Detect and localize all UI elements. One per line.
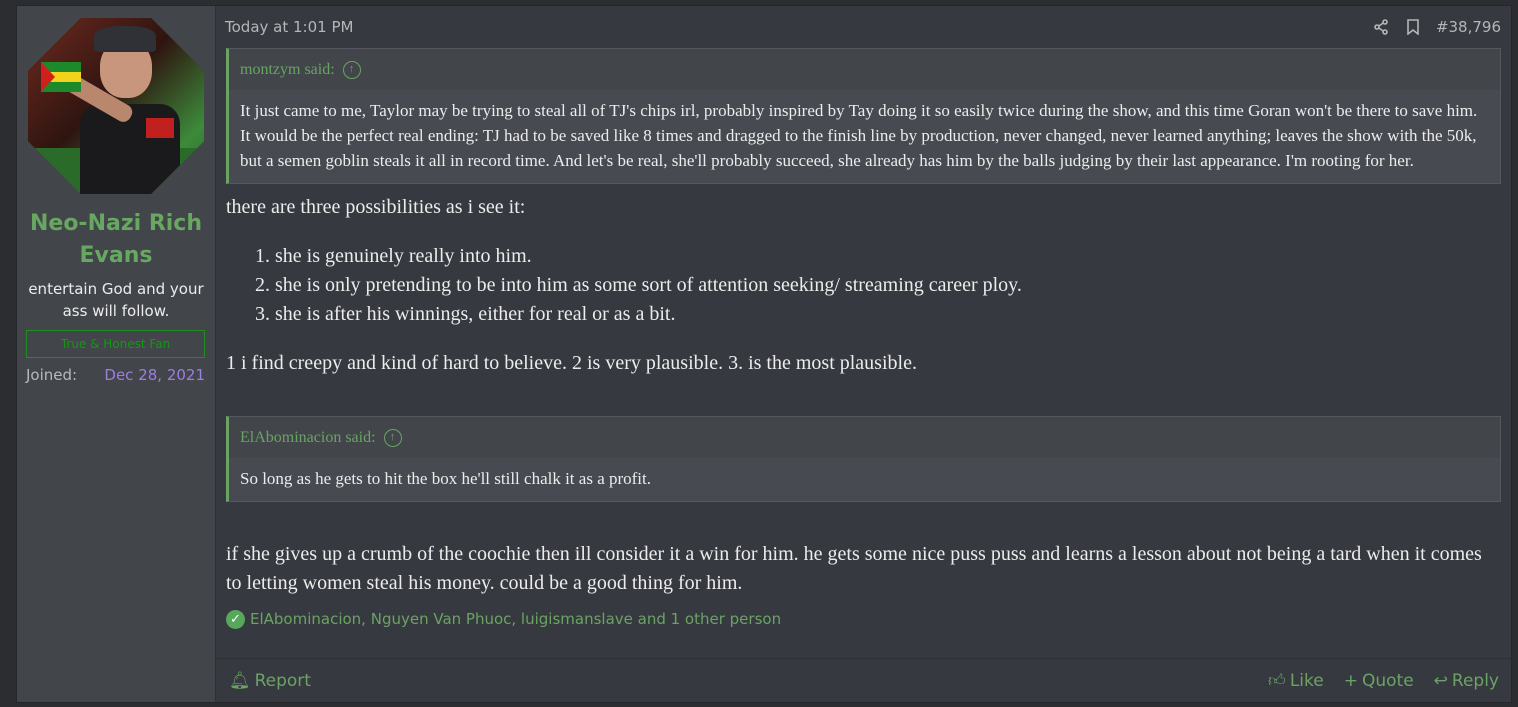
- joined-info: Joined: Dec 28, 2021: [17, 364, 215, 386]
- user-sidebar: Neo-Nazi Rich Evans entertain God and yo…: [17, 6, 216, 702]
- quote-author[interactable]: ElAbominacion said:: [240, 429, 376, 447]
- quote-text: It just came to me, Taylor may be trying…: [240, 101, 1478, 170]
- plus-icon: +: [1343, 670, 1358, 691]
- reactions-list[interactable]: ElAbominacion, Nguyen Van Phuoc, luigism…: [250, 610, 781, 628]
- list-item: she is only pretending to be into him as…: [275, 271, 1511, 300]
- post-intro: there are three possibilities as i see i…: [226, 196, 526, 218]
- like-label: Like: [1289, 670, 1324, 691]
- thumbs-up-icon: 👍︎: [1268, 671, 1286, 691]
- post-closing: if she gives up a crumb of the coochie t…: [226, 543, 1482, 594]
- username[interactable]: Neo-Nazi Rich Evans: [17, 208, 215, 272]
- share-icon[interactable]: [1372, 18, 1390, 36]
- list-item: she is after his winnings, either for re…: [275, 300, 1511, 329]
- bookmark-icon[interactable]: [1404, 18, 1422, 36]
- report-label: Report: [254, 670, 311, 691]
- forum-post: Neo-Nazi Rich Evans entertain God and yo…: [16, 5, 1512, 703]
- list-item: she is genuinely really into him.: [275, 242, 1511, 271]
- footer-actions: 👍︎ Like + Quote ↩ Reply: [1268, 670, 1499, 692]
- quote-block-elabominacion: ElAbominacion said: ↑ So long as he gets…: [226, 416, 1501, 502]
- quote-label: Quote: [1361, 670, 1414, 691]
- report-button[interactable]: 🔔︎ Report: [229, 671, 311, 691]
- post-main: Today at 1:01 PM #38,796 montzym said: ↑…: [216, 6, 1511, 702]
- reply-button[interactable]: ↩ Reply: [1434, 670, 1499, 691]
- reply-label: Reply: [1451, 670, 1499, 691]
- arrow-up-circle-icon[interactable]: ↑: [383, 428, 402, 447]
- like-button[interactable]: 👍︎ Like: [1268, 670, 1324, 692]
- quote-block-montzym: montzym said: ↑ It just came to me, Tayl…: [226, 48, 1501, 184]
- joined-date[interactable]: Dec 28, 2021: [104, 364, 205, 386]
- post-footer: 🔔︎ Report 👍︎ Like + Quote ↩ Reply: [216, 658, 1511, 702]
- user-title: entertain God and your ass will follow.: [28, 280, 204, 320]
- possibilities-list: she is genuinely really into him. she is…: [216, 242, 1511, 329]
- bell-icon: 🔔︎: [229, 670, 251, 691]
- quote-author[interactable]: montzym said:: [240, 61, 335, 79]
- quote-header[interactable]: ElAbominacion said: ↑: [229, 417, 1500, 458]
- quote-text: So long as he gets to hit the box he'll …: [240, 469, 652, 488]
- arrow-up-circle-icon[interactable]: ↑: [342, 60, 361, 79]
- post-date[interactable]: Today at 1:01 PM: [225, 18, 353, 36]
- post-header-actions: #38,796: [1372, 18, 1501, 36]
- post-number[interactable]: #38,796: [1436, 18, 1501, 36]
- reply-arrow-icon: ↩: [1433, 670, 1448, 691]
- joined-label: Joined:: [26, 366, 78, 384]
- reactions-bar[interactable]: ✓ ElAbominacion, Nguyen Van Phuoc, luigi…: [216, 608, 1511, 630]
- quote-button[interactable]: + Quote: [1344, 670, 1414, 691]
- checkmark-reaction-icon[interactable]: ✓: [226, 609, 245, 629]
- post-header: Today at 1:01 PM #38,796: [216, 6, 1511, 48]
- user-banner: True & Honest Fan: [26, 330, 205, 358]
- quote-header[interactable]: montzym said: ↑: [229, 49, 1500, 90]
- avatar[interactable]: [28, 18, 204, 194]
- post-assessment: 1 i find creepy and kind of hard to beli…: [226, 352, 917, 374]
